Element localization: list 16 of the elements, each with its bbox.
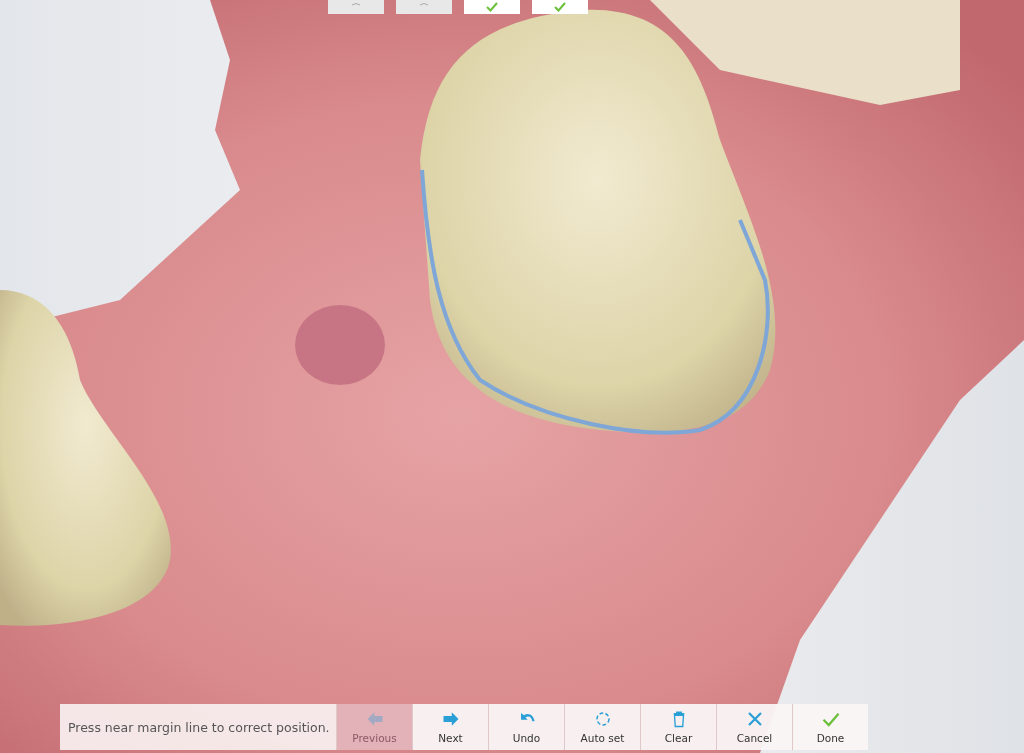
undo-button[interactable]: Undo <box>488 704 564 750</box>
dashed-circle-icon <box>593 710 612 728</box>
cancel-button[interactable]: Cancel <box>716 704 792 750</box>
check-icon <box>554 2 566 12</box>
done-button[interactable]: Done <box>792 704 868 750</box>
next-button[interactable]: Next <box>412 704 488 750</box>
step-tab[interactable] <box>532 0 588 14</box>
check-icon <box>486 2 498 12</box>
clear-button[interactable]: Clear <box>640 704 716 750</box>
check-icon <box>821 710 840 728</box>
left-arrow-icon <box>365 710 384 728</box>
autoset-button[interactable]: Auto set <box>564 704 640 750</box>
close-icon <box>745 710 764 728</box>
step-tab[interactable] <box>464 0 520 14</box>
hint-text: Press near margin line to correct position. <box>60 704 336 750</box>
right-arrow-icon <box>441 710 460 728</box>
